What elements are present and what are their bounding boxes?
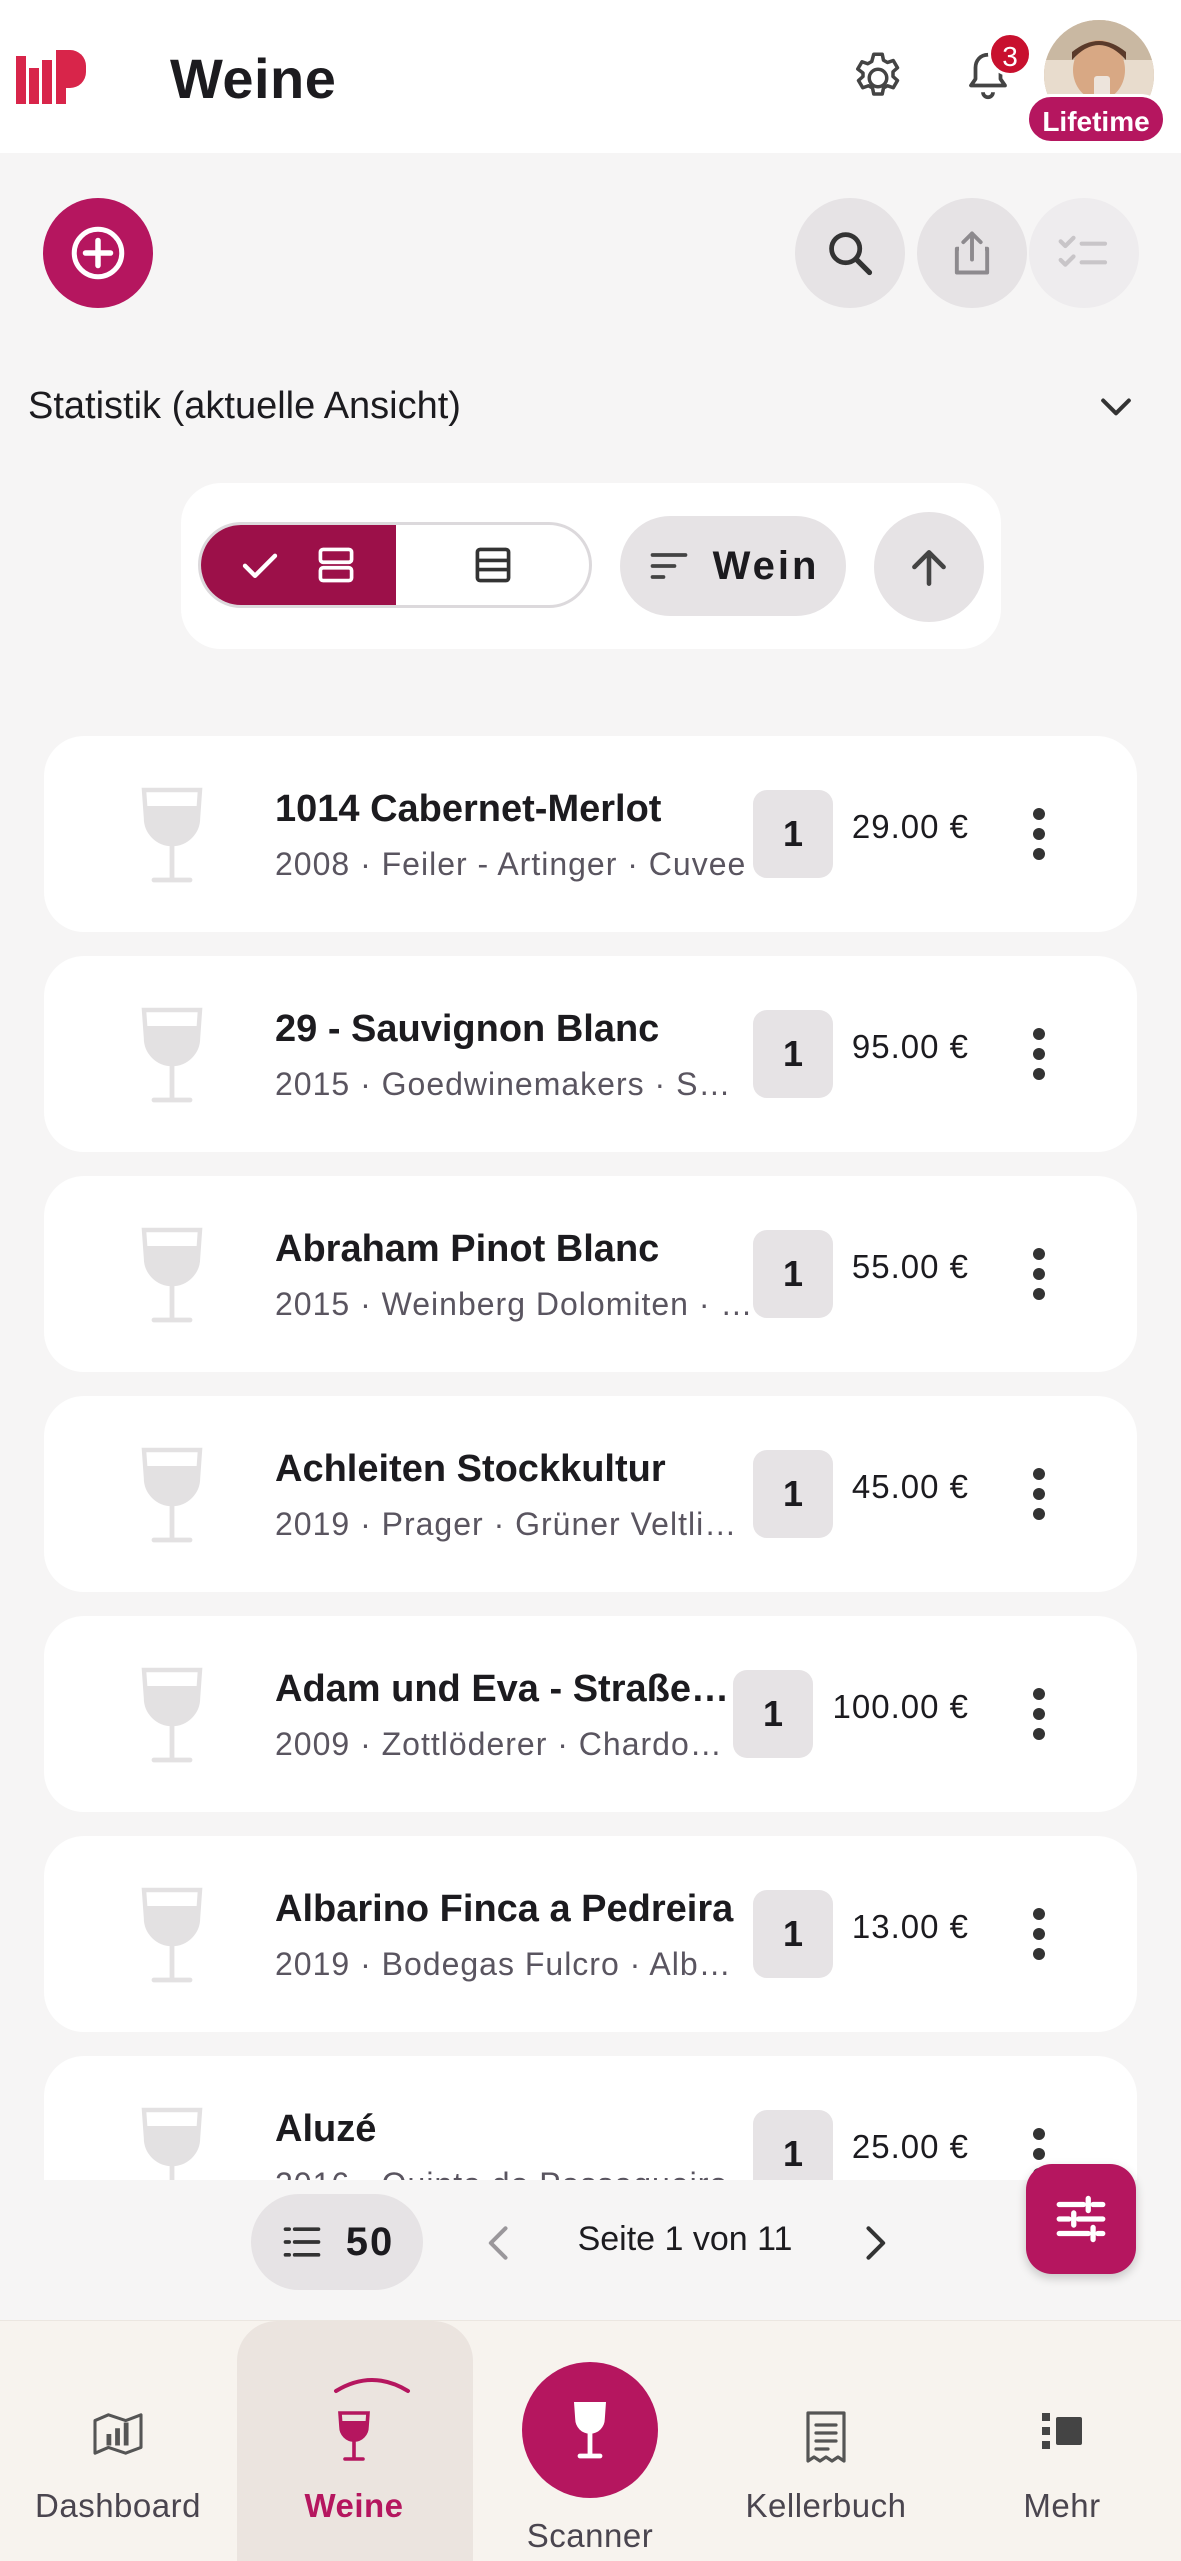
wine-card[interactable]: Albarino Finca a Pedreira 2019 · Bodegas… [44,1836,1137,2032]
wine-card[interactable]: Aluzé 2016 · Quinta do Passaqueiro 1 25.… [44,2056,1137,2180]
sort-field-label: Wein [712,543,820,588]
wine-card[interactable]: Abraham Pinot Blanc 2015 · Weinberg Dolo… [44,1176,1137,1372]
wine-price: 29.00 € [851,808,969,845]
wine-card[interactable]: 29 - Sauvignon Blanc 2015 · Goedwinemake… [44,956,1137,1152]
pagination-bar: 50 Seite 1 von 11 [0,2190,1181,2290]
sort-direction-button[interactable] [874,512,984,622]
statistics-expander[interactable]: Statistik (aktuelle Ansicht) [28,375,1138,437]
tune-icon [1056,2195,1106,2243]
wine-glass-icon [338,2411,370,2461]
nav-dashboard[interactable]: Dashboard [0,2321,236,2561]
app-logo-icon [16,50,86,104]
view-detail-option[interactable] [396,525,589,605]
sort-icon [650,553,687,579]
arrow-up-icon [912,550,946,586]
chevron-left-icon[interactable] [478,2218,522,2268]
share-button[interactable] [917,198,1027,308]
checklist-icon [1058,235,1108,267]
wine-name: 29 - Sauvignon Blanc [275,1008,660,1050]
wine-price: 25.00 € [851,2128,969,2165]
more-vertical-icon[interactable] [1024,1468,1054,1520]
nav-kellerbuch[interactable]: Kellerbuch [708,2321,944,2561]
share-icon [954,231,990,275]
page-title: Weine [170,47,337,110]
wine-glass-icon [141,1447,203,1543]
nav-label: Scanner [526,2517,654,2554]
wine-card[interactable]: Adam und Eva - Straßer Gaisberg 2009 · Z… [44,1616,1137,1812]
wine-name: Aluzé [275,2108,377,2150]
wine-name: Adam und Eva - Straßer Gaisberg [275,1668,735,1710]
wine-meta: 2019 · Prager · Grüner Veltliner [275,1506,753,1542]
add-wine-button[interactable] [43,198,153,308]
top-app-bar: Weine 3 Lifetime [0,0,1181,153]
nav-label: Mehr [1023,2487,1101,2524]
wine-glass-icon [141,1227,203,1323]
more-vertical-icon[interactable] [1024,1028,1054,1080]
list-icon [283,2227,321,2257]
more-vertical-icon[interactable] [1024,1248,1054,1300]
wine-price: 95.00 € [851,1028,969,1065]
scanner-glass-icon [574,2402,606,2459]
more-vertical-icon[interactable] [1024,1908,1054,1960]
chevron-right-icon[interactable] [852,2218,896,2268]
receipt-icon [806,2411,846,2463]
wine-glass-icon [141,1667,203,1763]
wine-price: 55.00 € [851,1248,969,1285]
wine-meta: 2019 · Bodegas Fulcro · Albarino [275,1946,747,1982]
multi-select-button[interactable] [1029,198,1139,308]
nav-mehr[interactable]: Mehr [944,2321,1180,2561]
wine-price: 13.00 € [851,1908,969,1945]
wine-glass-icon [141,1007,203,1103]
nav-weine[interactable]: Weine [236,2321,472,2561]
active-arc [334,2378,410,2393]
compact-list-icon [318,547,353,583]
wine-list: 1014 Cabernet-Merlot 2008 · Feiler - Art… [0,700,1181,2180]
per-page-chip[interactable]: 50 [251,2194,423,2290]
wine-name: 1014 Cabernet-Merlot [275,788,662,830]
detail-list-icon [475,547,510,583]
bottom-navigation: Dashboard Weine Scanner Kellerbuch Mehr [0,2320,1181,2561]
notification-badge: 3 [988,32,1032,76]
statistics-label: Statistik (aktuelle Ansicht) [28,384,461,427]
more-vertical-icon[interactable] [1024,808,1054,860]
wine-meta: 2015 · Weinberg Dolomiten · Pinot Blanc [275,1286,753,1322]
wine-name: Abraham Pinot Blanc [275,1228,660,1270]
search-button[interactable] [795,198,905,308]
nav-label: Weine [304,2487,404,2524]
wine-card[interactable]: Achleiten Stockkultur 2019 · Prager · Gr… [44,1396,1137,1592]
quantity-badge[interactable]: 1 [733,1670,813,1758]
wine-card[interactable]: 1014 Cabernet-Merlot 2008 · Feiler - Art… [44,736,1137,932]
wine-price: 45.00 € [851,1468,969,1505]
wine-name: Albarino Finca a Pedreira [275,1888,734,1930]
wine-glass-icon [141,1887,203,1983]
view-compact-option[interactable] [201,525,396,605]
wine-meta: 2008 · Feiler - Artinger · Cuvee [275,846,747,882]
nav-label: Kellerbuch [745,2487,907,2524]
lifetime-badge: Lifetime [1026,94,1166,144]
wine-meta: 2009 · Zottlöderer · Chardonnay [275,1726,733,1762]
filter-button[interactable] [1026,2164,1136,2274]
nav-scanner[interactable]: Scanner [472,2321,708,2561]
check-icon [242,553,277,578]
view-toggle [198,522,592,608]
more-vertical-icon[interactable] [1024,1688,1054,1740]
chevron-down-icon [1101,398,1131,416]
gear-icon[interactable] [848,48,908,108]
wine-name: Achleiten Stockkultur [275,1448,666,1490]
wine-meta: 2015 · Goedwinemakers · Sauvignon Blanc [275,1066,747,1102]
nav-label: Dashboard [35,2487,201,2524]
more-list-icon [1042,2413,1082,2449]
page-indicator: Seite 1 von 11 [577,2220,793,2258]
wine-meta: 2016 · Quinta do Passaqueiro [275,2166,753,2180]
wine-glass-icon [141,787,203,883]
plus-circle-icon [71,226,125,280]
per-page-value: 50 [345,2219,395,2264]
sort-field-chip[interactable]: Wein [620,516,846,616]
wine-glass-icon [141,2107,203,2180]
wine-price: 100.00 € [832,1688,969,1725]
search-icon [829,232,873,276]
map-chart-icon [93,2413,143,2455]
